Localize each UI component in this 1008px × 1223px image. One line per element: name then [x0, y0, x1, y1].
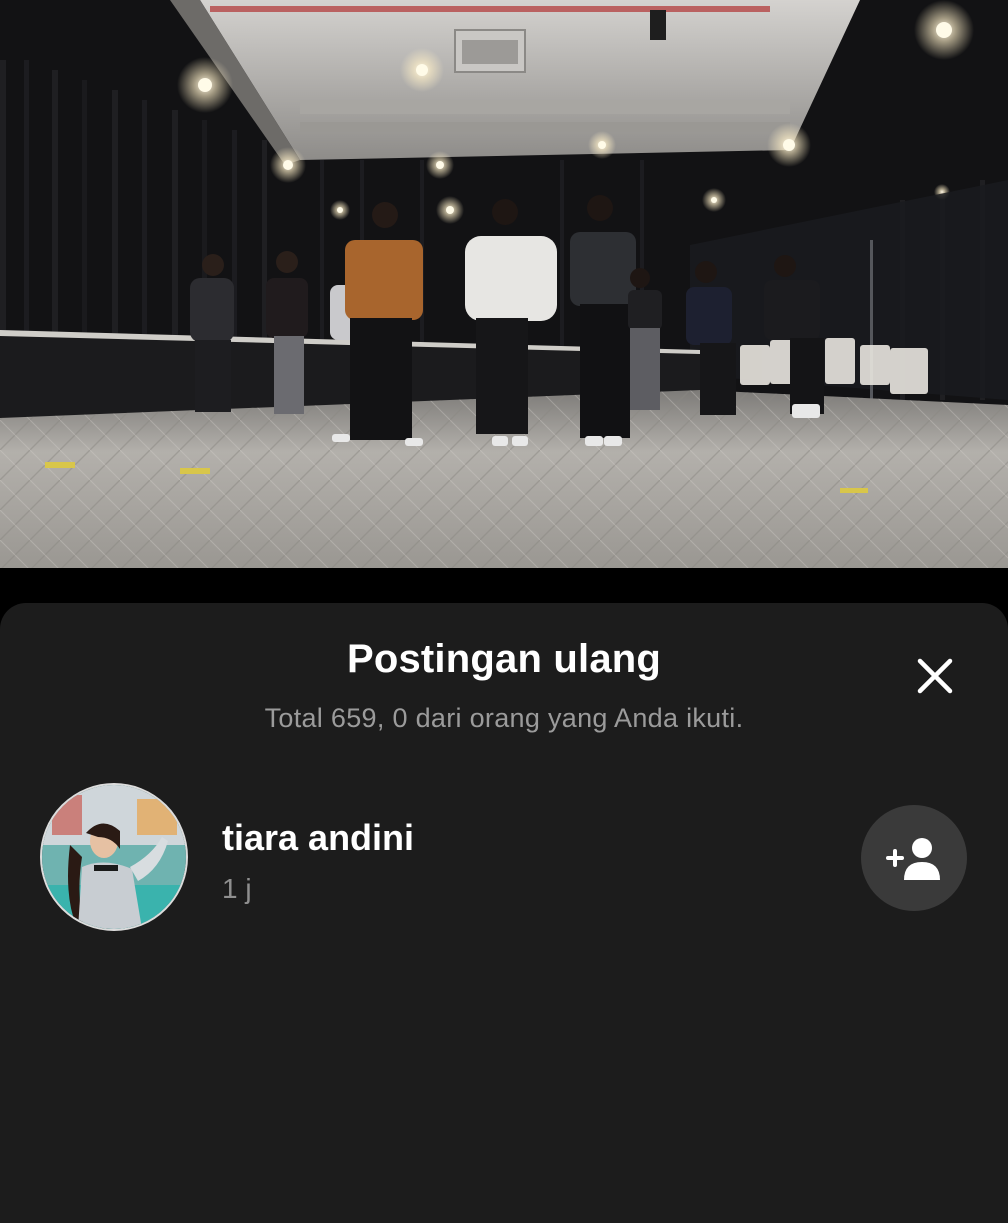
close-button[interactable]: [906, 647, 964, 705]
sheet-title: Postingan ulang: [346, 637, 662, 681]
follow-button[interactable]: [861, 805, 967, 911]
video-player[interactable]: [0, 0, 1008, 568]
list-item[interactable]: tiara andini 1 j: [0, 783, 1008, 933]
repost-sheet: Postingan ulang Total 659, 0 dari orang …: [0, 603, 1008, 1223]
close-icon: [917, 658, 953, 694]
avatar[interactable]: [40, 783, 188, 931]
repost-time: 1 j: [222, 873, 252, 904]
dance-studio-scene: [0, 0, 1008, 568]
avatar-image: [42, 785, 186, 929]
sheet-subtitle: Total 659, 0 dari orang yang Anda ikuti.: [264, 703, 744, 733]
add-user-icon: [886, 838, 940, 880]
user-name[interactable]: tiara andini: [222, 817, 414, 859]
